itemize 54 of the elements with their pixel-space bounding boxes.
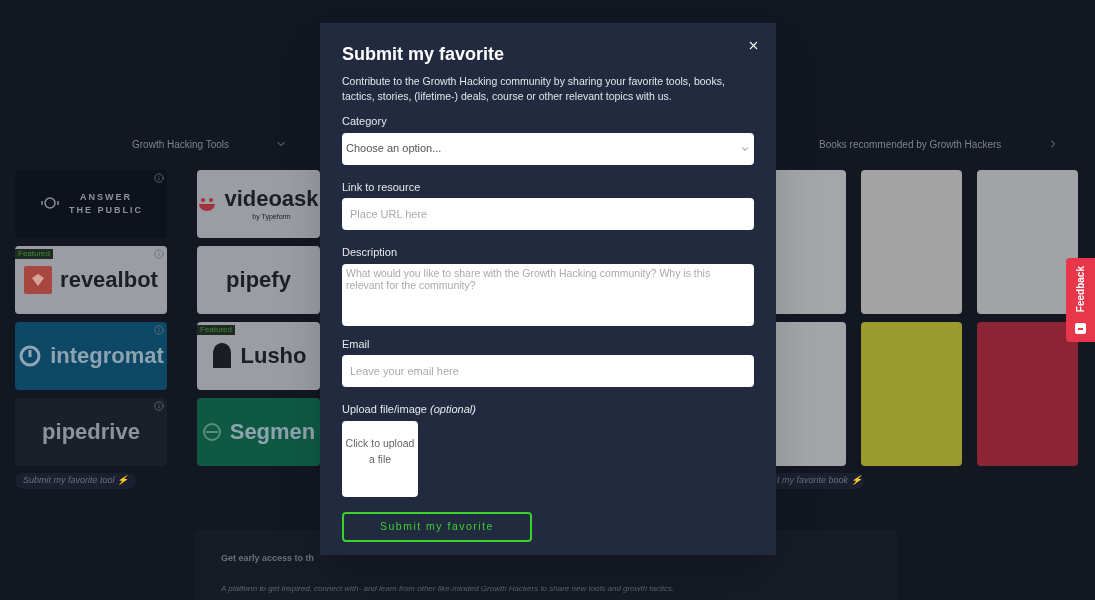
tool-card[interactable]: Featured Lusho bbox=[197, 322, 320, 390]
tool-card[interactable]: pipefy bbox=[197, 246, 320, 314]
submit-tool-link[interactable]: Submit my favorite tool ⚡ bbox=[15, 473, 137, 489]
close-icon bbox=[747, 39, 760, 52]
category-select[interactable]: Choose an option... bbox=[342, 132, 754, 165]
logo-text: Segmen bbox=[229, 419, 316, 445]
book-cover[interactable] bbox=[977, 170, 1078, 314]
description-field[interactable]: What would you like to share with the Growth Hacking community? Why is this relevant for the community? bbox=[342, 263, 754, 326]
section-title: Growth Hacking Tools bbox=[132, 137, 230, 152]
book-cover[interactable] bbox=[861, 170, 962, 314]
featured-badge: Featured bbox=[197, 325, 236, 335]
info-icon[interactable] bbox=[154, 401, 164, 411]
tool-card[interactable]: integromat bbox=[15, 322, 167, 390]
logo-text: revealbot bbox=[60, 267, 158, 293]
feedback-tab[interactable]: Feedback bbox=[1066, 258, 1095, 342]
submit-book-link[interactable]: t my favorite book ⚡ bbox=[775, 473, 864, 489]
logo-text: ANSWER bbox=[80, 190, 132, 204]
book-cover[interactable] bbox=[775, 170, 846, 314]
modal-intro: Contribute to the Growth Hacking community by sharing your favorite tools, books, tactics, stories, (lifetime-) deals, course or other relevant topics with us. bbox=[342, 74, 726, 104]
featured-badge: Featured bbox=[15, 249, 54, 259]
input-field[interactable]: Leave your email here bbox=[342, 355, 754, 387]
info-icon[interactable] bbox=[154, 173, 164, 183]
book-cover[interactable] bbox=[861, 322, 962, 466]
tool-card[interactable]: Featured revealbot bbox=[15, 246, 167, 314]
logo-text: pipedrive bbox=[42, 419, 140, 445]
logo-text: videoask bbox=[224, 185, 319, 212]
logo-text: Lusho bbox=[240, 343, 307, 369]
power-icon bbox=[18, 344, 43, 368]
logo-icon bbox=[201, 422, 222, 442]
tool-card[interactable]: pipedrive bbox=[15, 398, 167, 466]
book-cover[interactable] bbox=[775, 322, 846, 466]
tool-card[interactable]: ANSWER THE PUBLIC bbox=[15, 170, 167, 238]
input-field[interactable]: Place URL here bbox=[342, 198, 754, 230]
tool-card[interactable]: Segmen bbox=[197, 398, 320, 466]
logo-text: pipefy bbox=[226, 267, 291, 293]
section-title: Books recommended by Growth Hackers bbox=[819, 137, 1002, 152]
face-icon bbox=[1075, 323, 1086, 334]
logo-icon bbox=[24, 266, 53, 294]
field-label: Category bbox=[342, 114, 388, 129]
field-label: Description bbox=[342, 245, 399, 260]
close-button[interactable] bbox=[747, 39, 760, 52]
book-cover[interactable] bbox=[977, 322, 1078, 466]
field-label: Email bbox=[342, 336, 371, 352]
smile-icon bbox=[198, 197, 217, 211]
info-icon[interactable] bbox=[154, 325, 164, 335]
submit-button[interactable]: Submit my favorite bbox=[342, 511, 532, 542]
upload-box[interactable]: Click to upload a file bbox=[342, 420, 418, 497]
field-label: Link to resource bbox=[342, 179, 422, 195]
logo-text: integromat bbox=[50, 343, 164, 369]
logo-text: THE PUBLIC bbox=[69, 204, 143, 217]
early-access-title: Get early access to th bbox=[221, 552, 315, 565]
modal-title: Submit my favorite bbox=[342, 43, 506, 66]
field-label: Upload file/image (optional) bbox=[342, 402, 477, 417]
info-icon[interactable] bbox=[154, 249, 164, 259]
